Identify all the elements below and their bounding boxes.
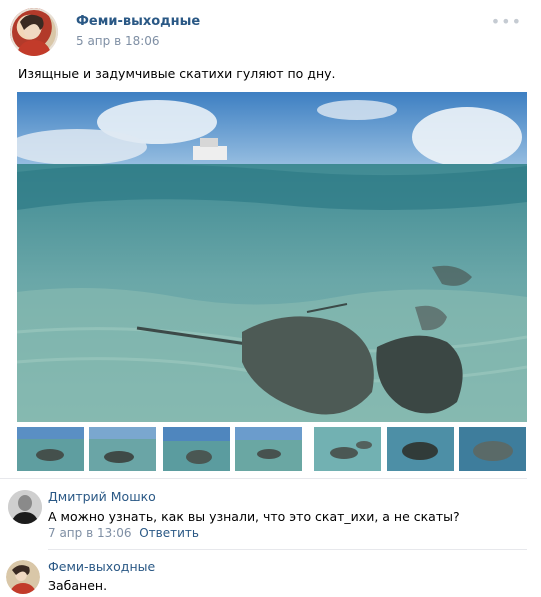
comment-text: Забанен. (48, 578, 108, 593)
comment-text: А можно узнать, как вы узнали, что это с… (48, 509, 460, 524)
post-header: Феми-выходные 5 апр в 18:06 ••• (10, 8, 530, 56)
community-avatar[interactable] (10, 8, 58, 56)
post-author-link[interactable]: Феми-выходные (76, 14, 200, 29)
post-thumbnails (17, 427, 527, 471)
thumbnail-photo[interactable] (17, 427, 84, 471)
commenter-avatar[interactable] (8, 490, 42, 524)
comment-item: Дмитрий Мошко А можно узнать, как вы узн… (0, 485, 541, 545)
comment-meta: 7 апр в 13:06 Ответить (48, 526, 199, 540)
ellipsis-icon[interactable]: ••• (491, 12, 522, 31)
thumbnail-photo[interactable] (89, 427, 156, 471)
divider (0, 478, 527, 479)
comment-author-link[interactable]: Дмитрий Мошко (48, 489, 156, 504)
thumbnail-photo[interactable] (387, 427, 454, 471)
thumbnail-photo[interactable] (163, 427, 230, 471)
comment-author-link[interactable]: Феми-выходные (48, 559, 155, 574)
divider (48, 549, 527, 550)
post-main-photo[interactable] (17, 92, 527, 422)
thumbnail-photo[interactable] (314, 427, 381, 471)
thumbnail-photo[interactable] (235, 427, 302, 471)
post-date[interactable]: 5 апр в 18:06 (76, 34, 160, 48)
post-text: Изящные и задумчивые скатихи гуляют по д… (18, 66, 336, 81)
comment-item: Феми-выходные Забанен. (0, 554, 541, 597)
comment-date[interactable]: 7 апр в 13:06 (48, 526, 132, 540)
commenter-avatar[interactable] (6, 560, 40, 594)
thumbnail-photo[interactable] (459, 427, 526, 471)
reply-link[interactable]: Ответить (139, 526, 199, 540)
